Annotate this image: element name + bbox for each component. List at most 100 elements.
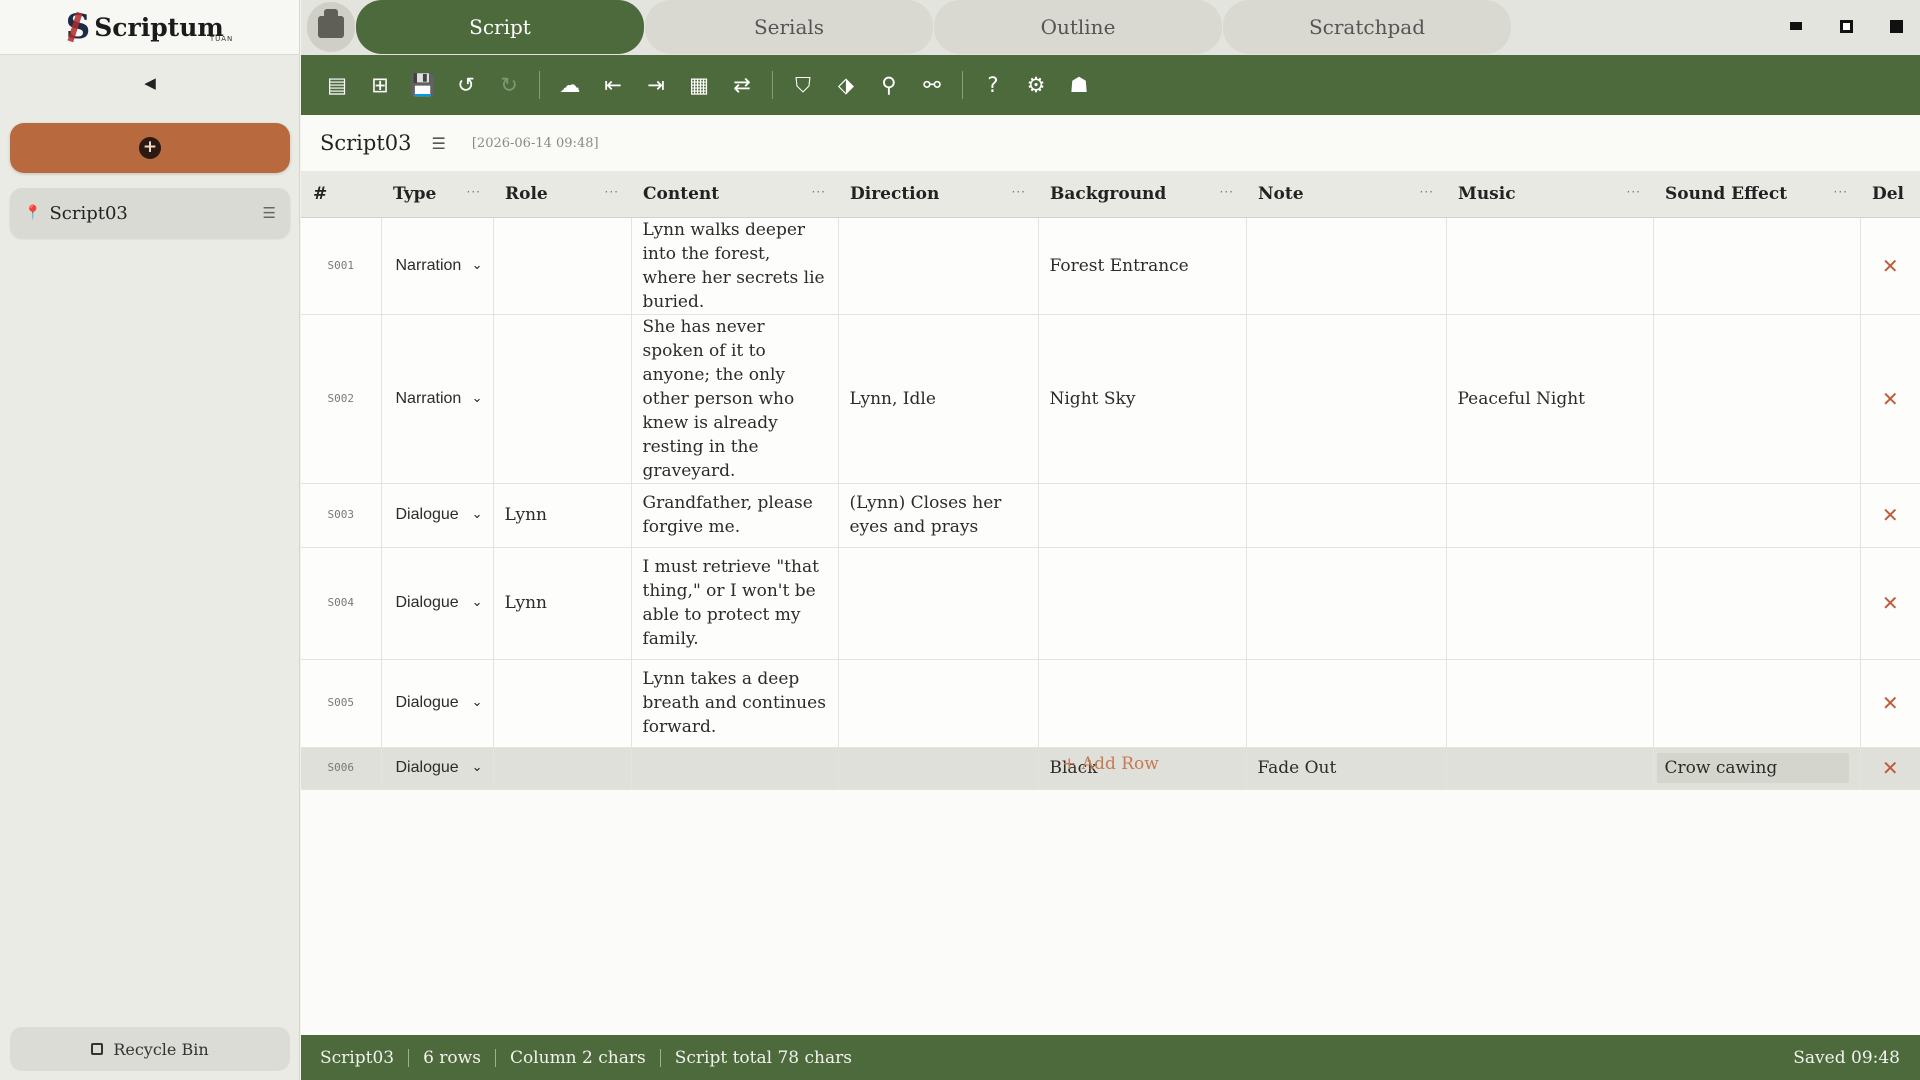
music-cell[interactable]: [1446, 483, 1654, 548]
sfx-cell[interactable]: [1653, 217, 1861, 315]
note-cell[interactable]: [1246, 659, 1447, 748]
collapse-sidebar-icon[interactable]: ◀: [0, 74, 300, 92]
close-window-icon[interactable]: [1888, 18, 1904, 34]
column-header[interactable]: Note ···: [1246, 171, 1446, 218]
sfx-cell[interactable]: [1653, 314, 1861, 484]
table-row[interactable]: S003 ⌄ Dialogue Lynn Grandfather, please for…: [301, 483, 1920, 548]
add-row-button[interactable]: + Add Row: [301, 754, 1920, 774]
role-cell[interactable]: [493, 314, 632, 484]
table-row[interactable]: S002 ⌄ Narration She has never spoken of it…: [301, 314, 1920, 484]
new-script-button[interactable]: +: [10, 123, 290, 173]
role-cell[interactable]: Lynn: [493, 483, 632, 548]
music-cell[interactable]: [1446, 547, 1654, 660]
search-icon[interactable]: ⚲: [871, 67, 907, 103]
type-select[interactable]: ⌄ Narration: [381, 314, 494, 484]
direction-cell[interactable]: (Lynn) Closes her eyes and prays: [838, 483, 1039, 548]
background-cell[interactable]: Night Sky: [1038, 314, 1247, 484]
tab-serials[interactable]: Serials: [645, 0, 933, 54]
delete-row-icon[interactable]: ✕: [1860, 547, 1920, 660]
column-menu-icon[interactable]: ···: [1012, 185, 1026, 199]
role-cell[interactable]: Lynn: [493, 547, 632, 660]
background-cell[interactable]: [1038, 659, 1247, 748]
cloud-icon[interactable]: ☁: [552, 67, 588, 103]
music-cell[interactable]: Peaceful Night: [1446, 314, 1654, 484]
tag-icon[interactable]: ⬗: [828, 67, 864, 103]
new-scene-icon[interactable]: ▤: [319, 67, 355, 103]
content-cell[interactable]: I must retrieve "that thing," or I won't…: [631, 547, 839, 660]
sync-icon[interactable]: ⇄: [724, 67, 760, 103]
music-cell[interactable]: [1446, 659, 1654, 748]
column-header[interactable]: Direction ···: [838, 171, 1038, 218]
insert-row-icon[interactable]: ⊞: [362, 67, 398, 103]
type-select[interactable]: ⌄ Narration: [381, 217, 494, 315]
column-header[interactable]: Music ···: [1446, 171, 1653, 218]
background-cell[interactable]: [1038, 547, 1247, 660]
project-folder-button[interactable]: [307, 2, 355, 52]
undo-icon[interactable]: ↺: [448, 67, 484, 103]
tab-scratchpad[interactable]: Scratchpad: [1223, 0, 1511, 54]
column-header[interactable]: Type ···: [381, 171, 493, 218]
role-cell[interactable]: [493, 659, 632, 748]
content-cell[interactable]: She has never spoken of it to anyone; th…: [631, 314, 839, 484]
excel-icon[interactable]: ▦: [681, 67, 717, 103]
tab-outline[interactable]: Outline: [934, 0, 1222, 54]
redo-icon[interactable]: ↻: [491, 67, 527, 103]
direction-cell[interactable]: [838, 217, 1039, 315]
item-menu-icon[interactable]: ☰: [263, 204, 276, 222]
document-menu-icon[interactable]: ☰: [432, 134, 446, 153]
column-header[interactable]: Role ···: [493, 171, 631, 218]
filter-icon[interactable]: ⛉: [785, 67, 821, 103]
note-cell[interactable]: [1246, 217, 1447, 315]
delete-row-icon[interactable]: ✕: [1860, 217, 1920, 315]
table-row[interactable]: S005 ⌄ Dialogue Lynn takes a deep breath an…: [301, 659, 1920, 748]
save-icon[interactable]: 💾: [405, 67, 441, 103]
delete-row-icon[interactable]: ✕: [1860, 659, 1920, 748]
direction-cell[interactable]: Lynn, Idle: [838, 314, 1039, 484]
user-icon[interactable]: ☗: [1061, 67, 1097, 103]
note-cell[interactable]: [1246, 547, 1447, 660]
table-row[interactable]: S004 ⌄ Dialogue Lynn I must retrieve "that t…: [301, 547, 1920, 660]
export-icon[interactable]: ⇥: [638, 67, 674, 103]
maximize-icon[interactable]: [1838, 18, 1854, 34]
column-header[interactable]: Del: [1860, 171, 1920, 218]
note-cell[interactable]: [1246, 483, 1447, 548]
recycle-bin-button[interactable]: Recycle Bin: [10, 1027, 290, 1071]
sidebar-item-script03[interactable]: 📍 Script03 ☰: [10, 188, 290, 238]
note-cell[interactable]: [1246, 314, 1447, 484]
replace-icon[interactable]: ⚯: [914, 67, 950, 103]
minimize-icon[interactable]: [1788, 18, 1804, 34]
table-row[interactable]: S001 ⌄ Narration Lynn walks deeper into the…: [301, 217, 1920, 315]
column-menu-icon[interactable]: ···: [1220, 185, 1234, 199]
type-select[interactable]: ⌄ Dialogue: [381, 659, 494, 748]
direction-cell[interactable]: [838, 659, 1039, 748]
direction-cell[interactable]: [838, 547, 1039, 660]
type-select[interactable]: ⌄ Dialogue: [381, 547, 494, 660]
column-menu-icon[interactable]: ···: [1627, 185, 1641, 199]
column-menu-icon[interactable]: ···: [1834, 185, 1848, 199]
column-header[interactable]: #: [301, 171, 381, 218]
type-select[interactable]: ⌄ Dialogue: [381, 483, 494, 548]
import-icon[interactable]: ⇤: [595, 67, 631, 103]
background-cell[interactable]: Forest Entrance: [1038, 217, 1247, 315]
content-cell[interactable]: Lynn walks deeper into the forest, where…: [631, 217, 839, 315]
music-cell[interactable]: [1446, 217, 1654, 315]
background-cell[interactable]: [1038, 483, 1247, 548]
column-menu-icon[interactable]: ···: [812, 185, 826, 199]
column-menu-icon[interactable]: ···: [605, 185, 619, 199]
role-cell[interactable]: [493, 217, 632, 315]
content-cell[interactable]: Lynn takes a deep breath and continues f…: [631, 659, 839, 748]
column-menu-icon[interactable]: ···: [467, 185, 481, 199]
sfx-cell[interactable]: [1653, 547, 1861, 660]
sfx-cell[interactable]: [1653, 483, 1861, 548]
help-icon[interactable]: ?: [975, 67, 1011, 103]
column-header[interactable]: Sound Effect ···: [1653, 171, 1860, 218]
delete-row-icon[interactable]: ✕: [1860, 483, 1920, 548]
column-menu-icon[interactable]: ···: [1420, 185, 1434, 199]
settings-icon[interactable]: ⚙: [1018, 67, 1054, 103]
content-cell[interactable]: Grandfather, please forgive me.: [631, 483, 839, 548]
delete-row-icon[interactable]: ✕: [1860, 314, 1920, 484]
column-header[interactable]: Background ···: [1038, 171, 1246, 218]
sfx-cell[interactable]: [1653, 659, 1861, 748]
column-header[interactable]: Content ···: [631, 171, 838, 218]
tab-script[interactable]: Script: [356, 0, 644, 54]
